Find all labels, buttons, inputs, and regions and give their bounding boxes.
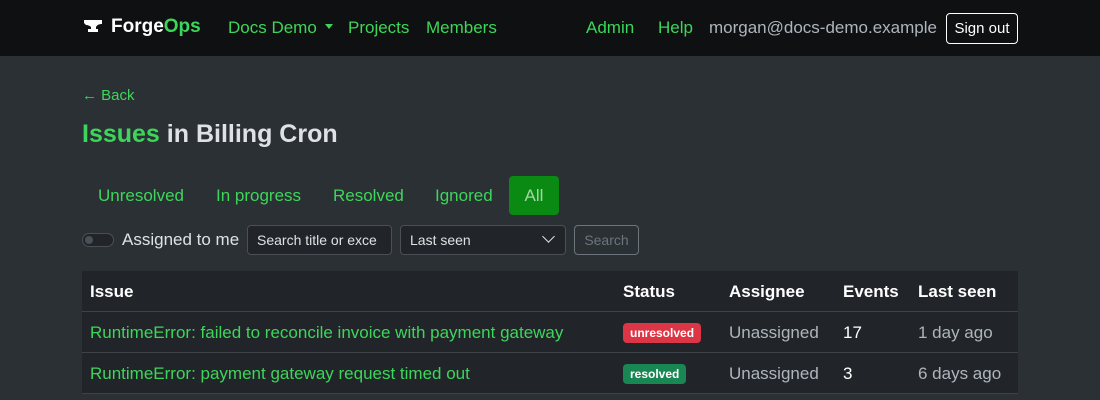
search-button[interactable]: Search	[574, 225, 639, 255]
status-badge: resolved	[623, 363, 687, 384]
events-cell: 17	[843, 323, 862, 342]
caret-down-icon	[324, 24, 333, 30]
brand-name-suffix: Ops	[163, 16, 201, 37]
sign-out-button[interactable]: Sign out	[946, 13, 1018, 44]
page-title-rest: in Billing Cron	[166, 120, 338, 148]
assignee-cell: Unassigned	[729, 323, 819, 342]
status-cell: unresolved	[623, 312, 702, 353]
tab-unresolved[interactable]: Unresolved	[82, 176, 200, 215]
assigned-to-me-toggle[interactable]	[82, 233, 114, 247]
table-row: RuntimeError: failed to reconcile invoic…	[82, 312, 1018, 353]
chevron-down-icon	[542, 230, 555, 243]
last-seen-cell: 1 day ago	[918, 323, 993, 342]
column-header-issue: Issue	[90, 282, 134, 301]
issue-link[interactable]: RuntimeError: failed to reconcile invoic…	[90, 312, 563, 353]
brand-logo[interactable]: Forge Ops	[84, 16, 201, 38]
tab-in-progress[interactable]: In progress	[200, 176, 317, 215]
status-badge: unresolved	[623, 322, 702, 343]
tab-ignored[interactable]: Ignored	[419, 176, 509, 215]
column-header-last-seen: Last seen	[918, 282, 997, 301]
status-cell: resolved	[623, 353, 687, 394]
column-header-assignee: Assignee	[729, 282, 805, 301]
tab-resolved[interactable]: Resolved	[317, 176, 420, 215]
back-link[interactable]: ← Back	[82, 87, 135, 104]
tab-all[interactable]: All	[509, 176, 559, 215]
sort-select-value: Last seen	[410, 232, 471, 248]
assigned-to-me-label: Assigned to me	[122, 230, 240, 249]
brand-name-prefix: Forge	[111, 16, 164, 37]
page-title: Issues in Billing Cron	[82, 120, 338, 149]
column-header-events: Events	[843, 282, 899, 301]
nav-help[interactable]: Help	[658, 18, 693, 38]
last-seen-cell: 6 days ago	[918, 364, 1002, 383]
user-email: morgan@docs-demo.example	[709, 18, 937, 37]
table-header-row: Issue Status Assignee Events Last seen	[82, 271, 1018, 312]
page-title-accent: Issues	[82, 120, 160, 148]
nav-admin[interactable]: Admin	[586, 18, 634, 38]
column-header-status: Status	[623, 282, 675, 301]
assignee-cell: Unassigned	[729, 364, 819, 383]
top-navbar: Forge Ops Docs Demo Projects Members Admi…	[0, 0, 1100, 56]
events-cell: 3	[843, 364, 853, 383]
nav-projects[interactable]: Projects	[348, 18, 409, 38]
sort-select[interactable]: Last seen	[400, 225, 566, 255]
project-dropdown-label: Docs Demo	[228, 18, 317, 37]
nav-members[interactable]: Members	[426, 18, 497, 38]
search-input[interactable]	[247, 225, 392, 255]
table-row: RuntimeError: payment gateway request ti…	[82, 353, 1018, 394]
toggle-knob	[85, 236, 93, 244]
issues-table: Issue Status Assignee Events Last seen R…	[82, 271, 1018, 394]
project-dropdown[interactable]: Docs Demo	[228, 18, 333, 38]
issue-link[interactable]: RuntimeError: payment gateway request ti…	[90, 353, 470, 394]
anvil-icon	[84, 20, 102, 32]
